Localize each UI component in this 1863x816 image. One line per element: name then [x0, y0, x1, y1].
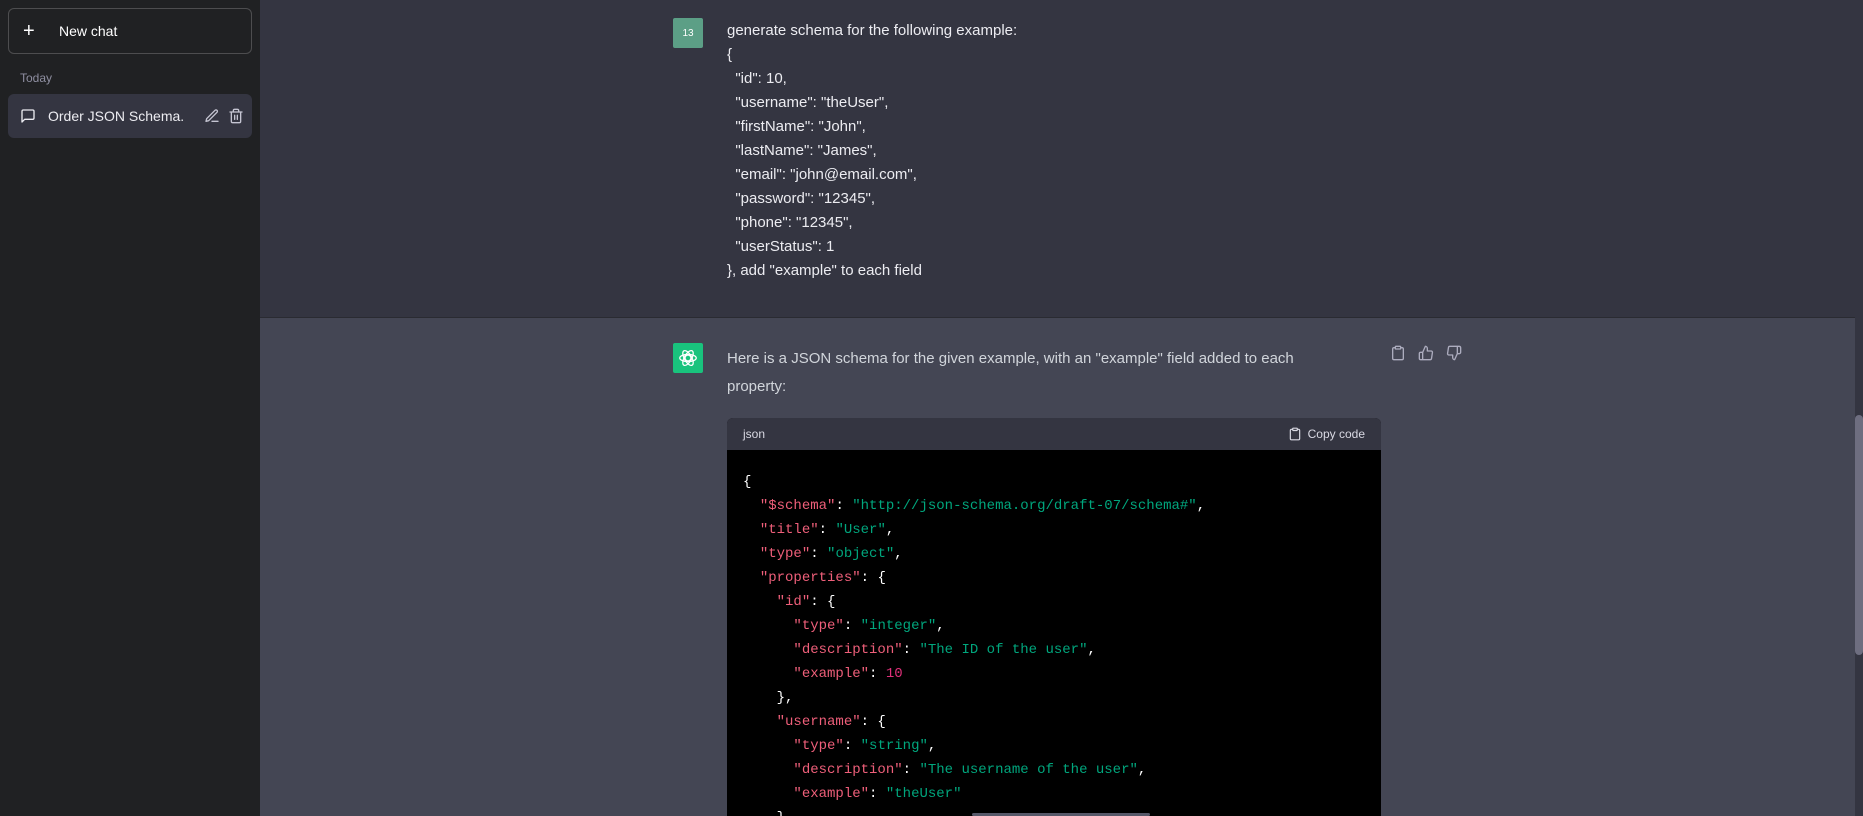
sidebar: + New chat Today Order JSON Schema.: [0, 0, 260, 816]
code-line: "description": "The username of the user…: [793, 762, 1147, 778]
trash-icon[interactable]: [228, 108, 244, 124]
code-content: { "$schema": "http://json-schema.org/dra…: [727, 450, 1381, 816]
message-icon: [20, 108, 36, 124]
assistant-intro-text: Here is a JSON schema for the given exam…: [727, 350, 1294, 395]
user-message-text: generate schema for the following exampl…: [727, 22, 1018, 279]
thumbs-down-icon[interactable]: [1446, 345, 1464, 363]
chat-item-label: Order JSON Schema.: [48, 108, 185, 124]
code-line: "username": {: [776, 714, 886, 730]
message-actions: [1390, 345, 1464, 363]
code-line: "example": 10: [793, 666, 903, 682]
code-line: "title": "User",: [759, 522, 895, 538]
plus-icon: +: [23, 20, 35, 42]
user-avatar: 13: [673, 18, 703, 48]
chat-history-item[interactable]: Order JSON Schema.: [8, 94, 252, 138]
copy-code-label: Copy code: [1307, 427, 1365, 441]
thumbs-up-icon[interactable]: [1418, 345, 1436, 363]
code-line: "$schema": "http://json-schema.org/draft…: [759, 498, 1206, 514]
clipboard-icon[interactable]: [1390, 345, 1408, 363]
user-message-row: [260, 0, 1855, 318]
code-block: json Copy code { "$schema": "http://json…: [727, 418, 1381, 816]
code-header: json Copy code: [727, 418, 1381, 450]
scrollbar-track[interactable]: [1855, 0, 1863, 816]
section-label-today: Today: [20, 71, 53, 85]
code-line: "description": "The ID of the user",: [793, 642, 1096, 658]
code-line: "type": "object",: [759, 546, 903, 562]
new-chat-button[interactable]: + New chat: [8, 8, 252, 54]
code-line: {: [743, 474, 752, 490]
code-line: "type": "integer",: [793, 618, 945, 634]
code-line: },: [743, 690, 794, 706]
clipboard-icon: [1288, 427, 1302, 441]
scrollbar-thumb[interactable]: [1855, 415, 1863, 655]
code-language-label: json: [743, 427, 766, 441]
code-line: "properties": {: [759, 570, 886, 586]
new-chat-label: New chat: [59, 23, 118, 39]
code-line: "id": {: [776, 594, 836, 610]
copy-code-button[interactable]: Copy code: [1288, 427, 1365, 441]
code-line: "type": "string",: [793, 738, 937, 754]
pencil-icon[interactable]: [204, 108, 220, 124]
code-line: "example": "theUser": [793, 786, 962, 802]
openai-logo-icon: [673, 343, 703, 373]
